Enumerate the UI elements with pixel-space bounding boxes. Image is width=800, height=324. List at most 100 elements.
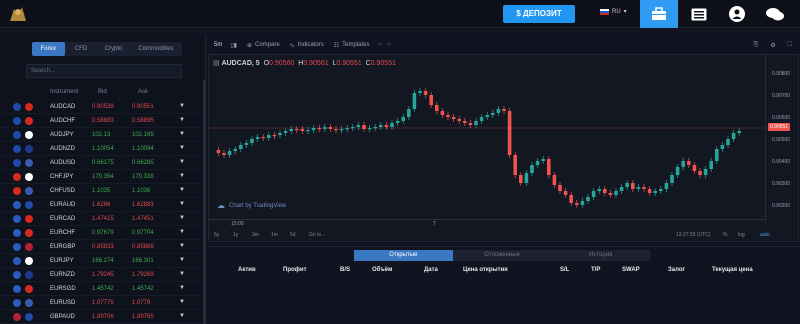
instrument-symbol: EURCHF <box>50 230 75 236</box>
candle-body <box>272 135 277 137</box>
bid-price: 1.89706 <box>92 314 114 320</box>
caret-down-icon[interactable]: ▼ <box>179 117 185 123</box>
caret-down-icon[interactable]: ▼ <box>179 285 185 291</box>
instrument-row[interactable]: EURAUD 1.6286 1.62883 ▼ <box>0 198 203 212</box>
logo-icon[interactable] <box>6 3 30 25</box>
tab-pending-orders[interactable]: Отложенные <box>452 250 552 261</box>
chat-button[interactable] <box>756 0 794 28</box>
price-chart[interactable]: ▤ AUDCAD, 5 O0.90560 H0.90561 L0.90551 C… <box>208 54 799 242</box>
candle-body <box>591 191 596 197</box>
redo-icon[interactable]: ↷ <box>387 42 392 49</box>
tab-crypto[interactable]: Crypto <box>97 42 130 56</box>
range-1m[interactable]: 1m <box>271 232 278 238</box>
fullscreen-icon[interactable]: ⛶ <box>788 42 792 49</box>
candle-body <box>586 197 590 201</box>
sidebar-scrollbar[interactable] <box>203 80 206 324</box>
candle-body <box>345 128 349 130</box>
base-flag-icon <box>13 271 21 279</box>
caret-down-icon[interactable]: ▼ <box>179 257 185 263</box>
instrument-row[interactable]: EURJPY 166.274 166.301 ▼ <box>0 254 203 268</box>
templates-icon[interactable]: ☷ <box>334 42 339 49</box>
instrument-row[interactable]: CHFUSD 1.1035 1.1036 ▼ <box>0 184 203 198</box>
candles-icon[interactable]: ▯▮ <box>230 42 237 49</box>
caret-down-icon[interactable]: ▼ <box>179 243 185 249</box>
instrument-row[interactable]: EURGBP 0.85833 0.85868 ▼ <box>0 240 203 254</box>
candle-body <box>687 161 691 165</box>
quote-flag-icon <box>25 271 33 279</box>
range-5y[interactable]: 5y <box>214 232 219 238</box>
instrument-row[interactable]: EURUSD 1.07775 1.0779 ▼ <box>0 296 203 310</box>
instrument-row[interactable]: AUDUSD 0.66175 0.66285 ▼ <box>0 156 203 170</box>
candle-body <box>642 187 646 189</box>
instrument-search-input[interactable]: Search... <box>26 64 182 78</box>
quote-flag-icon <box>25 243 33 251</box>
caret-down-icon[interactable]: ▼ <box>179 131 185 137</box>
instrument-row[interactable]: EURCHF 0.97679 0.97704 ▼ <box>0 226 203 240</box>
instrument-row[interactable]: EURSGD 1.45742 1.45742 ▼ <box>0 282 203 296</box>
instrument-row[interactable]: GBPAUD 1.89706 1.89765 ▼ <box>0 310 203 324</box>
quote-flag-icon <box>25 187 33 195</box>
caret-down-icon[interactable]: ▼ <box>179 173 185 179</box>
ask-price: 1.10094 <box>132 146 154 152</box>
caret-down-icon[interactable]: ▼ <box>179 313 185 319</box>
quote-flag-icon <box>25 103 33 111</box>
bid-price: 1.10054 <box>92 146 114 152</box>
instrument-symbol: EURNZD <box>50 272 75 278</box>
auto-toggle[interactable]: auto <box>760 232 770 238</box>
instrument-row[interactable]: AUDCHF 0.58883 0.58895 ▼ <box>0 114 203 128</box>
instrument-row[interactable]: AUDJPY 102.13 102.165 ▼ <box>0 128 203 142</box>
percent-toggle[interactable]: % <box>723 232 727 238</box>
portfolio-button[interactable] <box>640 0 678 28</box>
tab-cfd[interactable]: CFD <box>65 42 98 56</box>
base-flag-icon <box>13 243 21 251</box>
compare-button[interactable]: Compare <box>255 42 280 48</box>
undo-icon[interactable]: ↶ <box>377 42 382 49</box>
instrument-row[interactable]: AUDNZD 1.10054 1.10094 ▼ <box>0 142 203 156</box>
instrument-row[interactable]: EURCAD 1.47415 1.47451 ▼ <box>0 212 203 226</box>
caret-down-icon[interactable]: ▼ <box>179 271 185 277</box>
candle-body <box>356 125 361 127</box>
caret-down-icon[interactable]: ▼ <box>179 145 185 151</box>
candlestick-plot[interactable] <box>209 65 764 225</box>
deposit-button[interactable]: $ ДЕПОЗИТ <box>503 5 575 23</box>
caret-down-icon[interactable]: ▼ <box>179 103 185 109</box>
time-axis: 15:00 7 <box>209 219 765 227</box>
goto-button[interactable]: Go to... <box>309 232 325 238</box>
range-3m[interactable]: 3m <box>252 232 259 238</box>
base-flag-icon <box>13 215 21 223</box>
news-button[interactable] <box>680 0 718 28</box>
caret-down-icon[interactable]: ▼ <box>179 159 185 165</box>
price-axis-label: 0.90200 <box>772 203 791 209</box>
caret-down-icon[interactable]: ▼ <box>179 215 185 221</box>
instrument-row[interactable]: AUDCAD 0.90539 0.90551 ▼ <box>0 100 203 114</box>
candle-body <box>664 183 669 189</box>
tab-history[interactable]: История <box>551 250 651 261</box>
instrument-row[interactable]: CHFJPY 170.354 170.338 ▼ <box>0 170 203 184</box>
caret-down-icon[interactable]: ▼ <box>179 201 185 207</box>
instrument-row[interactable]: EURNZD 1.79245 1.79269 ▼ <box>0 268 203 282</box>
tradingview-watermark[interactable]: ☁ Chart by TradingView <box>217 201 286 210</box>
candle-body <box>429 95 433 105</box>
settings-gear-icon[interactable]: ⚙ <box>770 42 775 49</box>
base-flag-icon <box>13 285 21 293</box>
caret-down-icon[interactable]: ▼ <box>179 299 185 305</box>
tab-open-orders[interactable]: Открытые <box>354 250 453 261</box>
log-toggle[interactable]: log <box>738 232 745 238</box>
tab-forex[interactable]: Forex <box>32 42 65 56</box>
instrument-symbol: GBPAUD <box>50 314 75 320</box>
templates-button[interactable]: Templates <box>342 42 369 48</box>
bid-price: 1.6286 <box>92 202 111 208</box>
indicators-icon[interactable]: ∿ <box>290 42 295 49</box>
indicators-button[interactable]: Indicators <box>298 42 324 48</box>
range-1y[interactable]: 1y <box>233 232 238 238</box>
ask-price: 1.89765 <box>132 314 154 320</box>
caret-down-icon[interactable]: ▼ <box>179 187 185 193</box>
caret-down-icon[interactable]: ▼ <box>179 229 185 235</box>
language-selector[interactable]: RU ▾ <box>600 8 627 15</box>
account-button[interactable] <box>718 0 756 28</box>
range-5d[interactable]: 5d <box>290 232 296 238</box>
interval-selector[interactable]: 5m <box>214 42 222 48</box>
screenshot-icon[interactable]: ⎘ <box>754 42 759 49</box>
compare-icon[interactable]: ⊕ <box>247 42 252 49</box>
tab-commodities[interactable]: Commodities <box>130 42 182 56</box>
